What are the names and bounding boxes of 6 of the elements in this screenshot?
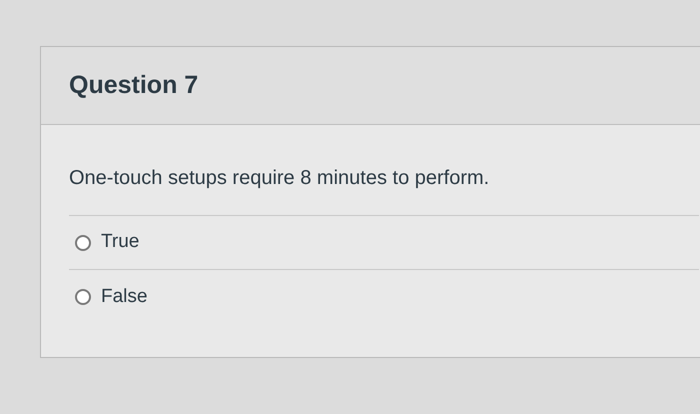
radio-button[interactable] [75, 234, 91, 250]
option-label: False [101, 284, 148, 309]
option-label: True [101, 230, 140, 254]
radio-button[interactable] [75, 289, 91, 305]
question-text: One-touch setups require 8 minutes to perform. [69, 163, 699, 216]
question-title: Question 7 [69, 70, 198, 101]
